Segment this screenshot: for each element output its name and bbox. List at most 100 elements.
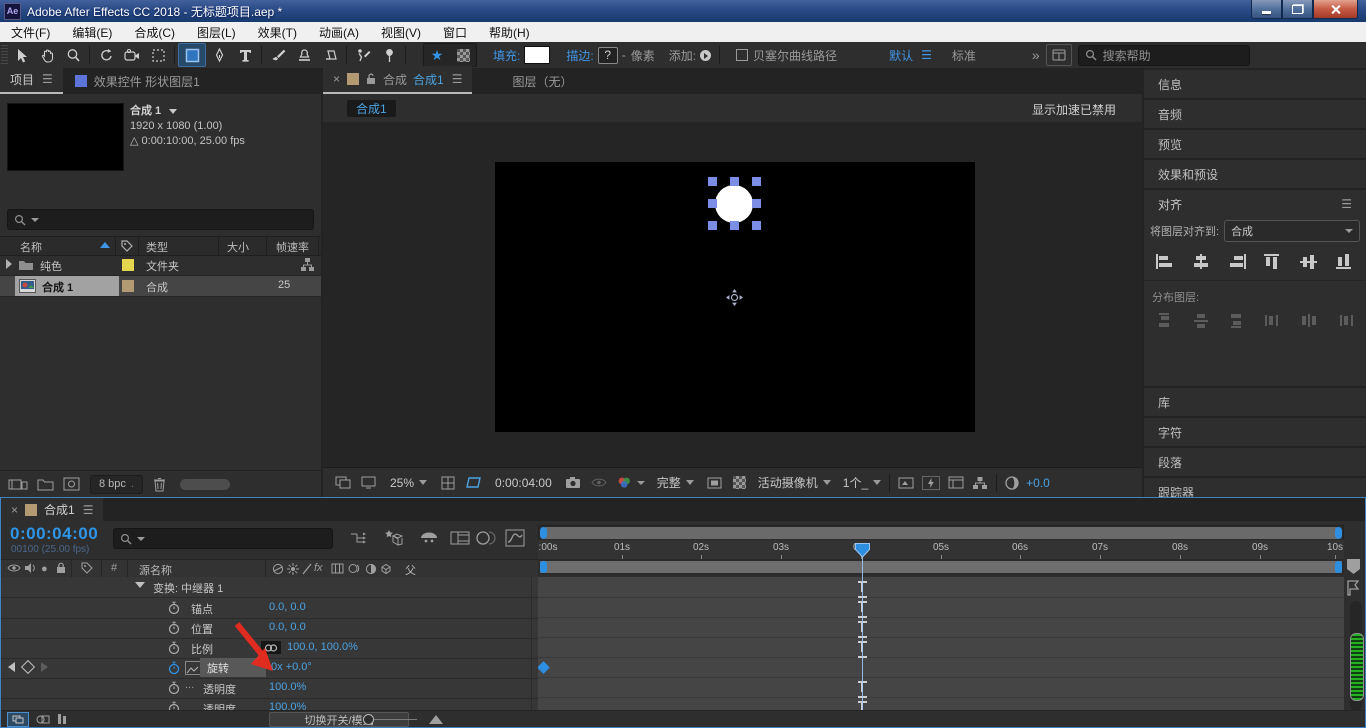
align-panel-header[interactable]: 对齐 ☰ (1144, 190, 1366, 218)
work-area-start-handle[interactable] (540, 561, 547, 573)
add-menu-icon[interactable] (700, 50, 711, 61)
frame-blending-icon[interactable] (450, 530, 470, 546)
frame-blend-switch-icon[interactable] (331, 563, 344, 574)
tab-composition-viewer[interactable]: × 合成 合成1 ☰ (323, 66, 472, 94)
pan-behind-tool[interactable] (145, 44, 171, 66)
reset-exposure-icon[interactable] (1005, 476, 1019, 490)
exposure-value[interactable]: +0.0 (1026, 476, 1050, 490)
constrain-proportions-link-icon[interactable] (261, 641, 281, 654)
tab-timeline-comp[interactable]: × 合成1 ☰ (1, 498, 103, 521)
always-preview-icon[interactable] (335, 476, 351, 489)
align-left-button[interactable] (1152, 250, 1178, 272)
transparency-checkerboard-icon[interactable] (450, 44, 476, 66)
zoom-in-mountain-icon[interactable] (429, 715, 443, 724)
timeline-zoom-slider[interactable] (365, 719, 417, 720)
camera-tool[interactable] (119, 44, 145, 66)
snapshot-camera-icon[interactable] (565, 476, 581, 489)
align-horizontal-center-button[interactable] (1188, 250, 1214, 272)
zoom-tool[interactable] (60, 44, 86, 66)
magnification-dropdown[interactable]: 25% (390, 476, 414, 490)
clone-stamp-tool[interactable] (291, 44, 317, 66)
bit-depth-button[interactable]: 8 bpc. (90, 475, 143, 494)
menu-item-edit[interactable]: 编辑(E) (61, 24, 123, 41)
panel-effects-presets[interactable]: 效果和预设 (1144, 160, 1366, 188)
graph-editor-icon[interactable] (505, 529, 525, 547)
timeline-vertical-scrollbar[interactable] (1350, 601, 1362, 711)
rotate-tool[interactable] (93, 44, 119, 66)
fast-previews-icon[interactable] (922, 476, 940, 490)
menu-item-layer[interactable]: 图层(L) (186, 24, 247, 41)
panel-menu-icon[interactable]: ☰ (452, 72, 463, 86)
tab-effect-controls[interactable]: 效果控件 形状图层1 (63, 68, 212, 94)
panel-menu-icon[interactable]: ☰ (42, 72, 53, 86)
add-label[interactable]: 添加: (669, 47, 696, 64)
selection-handle[interactable] (730, 177, 739, 186)
help-search-input[interactable]: 搜索帮助 (1078, 45, 1250, 66)
timeline-search-input[interactable] (113, 528, 333, 549)
motion-blur-icon[interactable] (476, 530, 498, 546)
puppet-pin-tool[interactable] (376, 44, 402, 66)
brush-tool[interactable] (265, 44, 291, 66)
group-row-label[interactable]: 变换: 中继器 1 (153, 580, 223, 596)
align-vertical-center-button[interactable] (1296, 250, 1322, 272)
close-button[interactable] (1313, 0, 1358, 19)
stroke-label[interactable]: 描边: (566, 47, 593, 64)
selection-tool[interactable] (8, 44, 34, 66)
panel-library[interactable]: 库 (1144, 388, 1366, 416)
panel-menu-icon[interactable]: ☰ (83, 503, 94, 517)
hand-tool[interactable] (34, 44, 60, 66)
show-snapshot-icon[interactable] (591, 477, 607, 488)
eye-column-icon[interactable] (7, 563, 21, 573)
selection-handle[interactable] (752, 177, 761, 186)
property-value[interactable]: 100.0% (269, 681, 306, 693)
selection-handle[interactable] (708, 199, 717, 208)
primary-viewer-icon[interactable] (361, 476, 376, 489)
lock-column-icon[interactable] (56, 562, 66, 574)
pixel-aspect-correction-icon[interactable] (898, 477, 914, 489)
time-ruler[interactable]: :00s 01s 02s 03s 04s 05s 06s 07s 08s 09s… (538, 540, 1344, 559)
panel-info[interactable]: 信息 (1144, 70, 1366, 98)
menu-item-file[interactable]: 文件(F) (0, 24, 61, 41)
distribute-vertical-center-button[interactable] (1188, 309, 1214, 331)
property-name[interactable]: 透明度 (203, 681, 236, 697)
selection-handle[interactable] (708, 177, 717, 186)
add-keyframe-icon[interactable] (21, 660, 35, 674)
fx-switch-icon[interactable]: fx (314, 562, 323, 574)
quality-switch-icon[interactable] (272, 563, 284, 575)
workspace-switcher-icon[interactable] (1046, 44, 1072, 66)
column-type[interactable]: 类型 (146, 239, 168, 255)
property-name[interactable]: 比例 (191, 641, 213, 657)
panel-audio[interactable]: 音频 (1144, 100, 1366, 128)
stopwatch-icon[interactable] (167, 601, 181, 615)
label-column-icon[interactable] (121, 240, 133, 252)
label-color-swatch[interactable] (122, 259, 134, 271)
close-tab-icon[interactable]: × (333, 72, 340, 86)
work-area-span[interactable] (540, 561, 1342, 573)
distribute-horizontal-center-button[interactable] (1296, 309, 1322, 331)
3d-layer-switch-icon[interactable] (380, 563, 392, 575)
project-comp-name[interactable]: 合成 1 (130, 104, 245, 119)
collapse-arrow-icon[interactable] (135, 582, 145, 588)
panel-paragraph[interactable]: 段落 (1144, 448, 1366, 476)
draft-3d-icon[interactable] (384, 529, 404, 547)
preview-timecode[interactable]: 0:00:04:00 (495, 476, 552, 490)
align-to-dropdown[interactable]: 合成 (1224, 220, 1360, 242)
zoom-slider-knob[interactable] (363, 714, 374, 725)
column-framerate[interactable]: 帧速率 (276, 239, 309, 255)
distribute-bottom-button[interactable] (1224, 309, 1250, 331)
project-search-input[interactable] (7, 209, 314, 230)
timeline-navigator-scrollbar[interactable] (538, 525, 1344, 541)
work-area-end-handle[interactable] (1335, 561, 1342, 573)
comp-marker-icon[interactable] (1346, 580, 1360, 596)
minimize-button[interactable] (1251, 0, 1282, 19)
anchor-point-icon[interactable] (726, 289, 743, 306)
menu-item-view[interactable]: 视图(V) (370, 24, 432, 41)
mask-visibility-icon[interactable] (466, 476, 482, 489)
shape-ellipse[interactable] (715, 185, 753, 223)
expand-layer-switches-button[interactable] (7, 712, 29, 727)
table-row-comp[interactable]: 合成 1 合成 25 (0, 276, 321, 297)
source-name-column[interactable]: 源名称 (139, 562, 172, 578)
timeline-track-area[interactable] (538, 577, 1344, 711)
selection-handle[interactable] (752, 221, 761, 230)
comp-viewer[interactable] (323, 122, 1142, 468)
